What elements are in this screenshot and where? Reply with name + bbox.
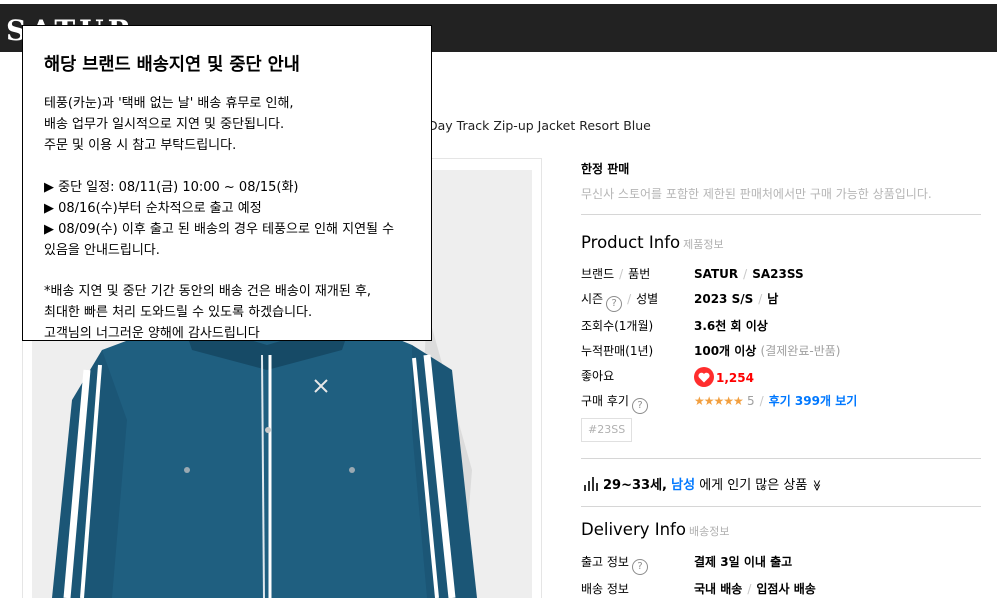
gender-value: 남 (767, 292, 779, 306)
sales-label: 누적판매(1년) (581, 344, 654, 358)
delivery-value-domestic: 국내 배송 (694, 582, 743, 596)
modal-line: *배송 지연 및 중단 기간 동안의 배송 건은 배송이 재개된 후, (44, 284, 372, 299)
sku-value: SA23SS (752, 267, 804, 281)
likes-count: 1,254 (716, 371, 754, 385)
sales-note: (결제완료-반품) (760, 344, 841, 358)
sales-value: 100개 이상 (694, 344, 757, 358)
bar-chart-icon (583, 476, 599, 495)
season-help-icon[interactable]: ? (606, 296, 623, 312)
ship-value: 결제 3일 이내 출고 (694, 555, 793, 569)
modal-line: 고객님의 너그러운 양해에 감사드립니다 (44, 326, 260, 341)
modal-line: 테풍(카눈)과 '택배 없는 날' 배송 휴무로 인해, (44, 96, 294, 111)
brand-label: 브랜드 (581, 267, 615, 281)
delivery-info-subtitle: 배송정보 (688, 525, 730, 538)
ship-label: 출고 정보 (581, 555, 629, 569)
modal-line: 있음을 안내드립니다. (44, 243, 160, 258)
season-tag[interactable]: #23SS (581, 418, 633, 442)
season-value: 2023 S/S (694, 292, 754, 306)
limited-sale-description: 무신사 스토어를 포함한 제한된 판매처에서만 구매 가능한 상품입니다. (581, 187, 932, 201)
limited-sale-title: 한정 판매 (581, 162, 630, 176)
ship-help-icon[interactable]: ? (631, 559, 648, 575)
review-help-icon[interactable]: ? (631, 398, 648, 414)
modal-line: 배송 업무가 일시적으로 지연 및 중단됩니다. (44, 117, 285, 132)
modal-line: 주문 및 이용 시 참고 부탁드립니다. (44, 138, 237, 153)
brand-value[interactable]: SATUR (694, 267, 738, 281)
likes-label: 좋아요 (581, 369, 615, 383)
review-score: 5 (746, 394, 755, 408)
popular-comma: , (662, 478, 667, 493)
modal-line: ▶ 08/16(수)부터 순차적으로 출고 예정 (44, 201, 262, 216)
divider (581, 214, 981, 215)
delivery-info-title: Delivery Info (581, 520, 686, 539)
review-link[interactable]: 후기 399개 보기 (769, 394, 858, 408)
product-info-title: Product Info (581, 233, 681, 252)
delivery-value-vendor: 입점사 배송 (756, 582, 816, 596)
delivery-info-heading: Delivery Info 배송정보 (581, 520, 729, 539)
chevron-down-icon[interactable]: ≫ (811, 480, 824, 492)
product-info-heading: Product Info 제품정보 (581, 233, 724, 252)
popular-gender: 남성 (671, 478, 696, 493)
popular-age: 29~33세 (603, 478, 663, 493)
modal-line: 최대한 빠른 처리 도와드릴 수 있도록 하겠습니다. (44, 305, 313, 320)
modal-line: ▶ 08/09(수) 이후 출고 된 배송의 경우 테풍으로 인해 지연될 수 (44, 222, 395, 237)
views-value: 3.6천 회 이상 (694, 319, 768, 333)
shipping-notice-modal[interactable]: 해당 브랜드 배송지연 및 중단 안내 테풍(카눈)과 '택배 없는 날' 배송… (22, 25, 432, 341)
gender-label: 성별 (636, 292, 659, 306)
sku-label: 품번 (628, 267, 651, 281)
views-label: 조회수(1개월) (581, 319, 654, 333)
rating-stars-icon: ★★★★★ (694, 394, 744, 408)
review-label: 구매 후기 (581, 394, 629, 408)
divider (581, 458, 981, 459)
delivery-label: 배송 정보 (581, 582, 629, 596)
product-title: Day Track Zip-up Jacket Resort Blue (428, 118, 651, 133)
season-label: 시즌 (581, 292, 604, 306)
divider (581, 506, 981, 507)
modal-title: 해당 브랜드 배송지연 및 중단 안내 (44, 55, 300, 75)
product-info-subtitle: 제품정보 (683, 238, 724, 251)
popular-text: 에게 인기 많은 상품 (699, 478, 808, 493)
heart-icon[interactable] (694, 367, 714, 387)
modal-line: ▶ 중단 일정: 08/11(금) 10:00 ~ 08/15(화) (44, 180, 299, 195)
popular-demographic[interactable]: 29~33세, 남성 에게 인기 많은 상품 ≫ (583, 474, 824, 495)
